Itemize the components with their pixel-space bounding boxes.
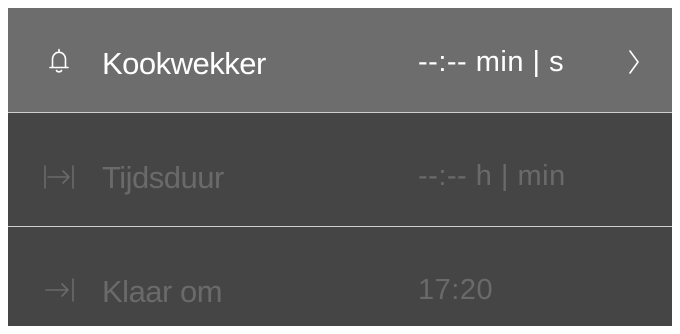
row-value: --:-- h | min [418,160,566,192]
menu-row-tijdsduur: Tijdsduur --:-- h | min [8,113,672,226]
row-label: Tijdsduur [102,160,224,195]
chevron-right-icon[interactable] [626,47,642,77]
menu-row-kookwekker[interactable]: Kookwekker --:-- min | s [8,8,672,112]
timer-menu-panel: Kookwekker --:-- min | s Tijdsduur --:--… [8,8,672,326]
row-label: Kookwekker [102,46,266,81]
menu-row-klaar-om: Klaar om 17:20 [8,227,672,326]
row-value: --:-- min | s [418,46,565,78]
end-time-icon [45,278,74,302]
row-label: Klaar om [102,274,223,309]
row-value: 17:20 [418,274,494,306]
duration-icon [44,165,74,189]
bell-icon [49,48,69,73]
